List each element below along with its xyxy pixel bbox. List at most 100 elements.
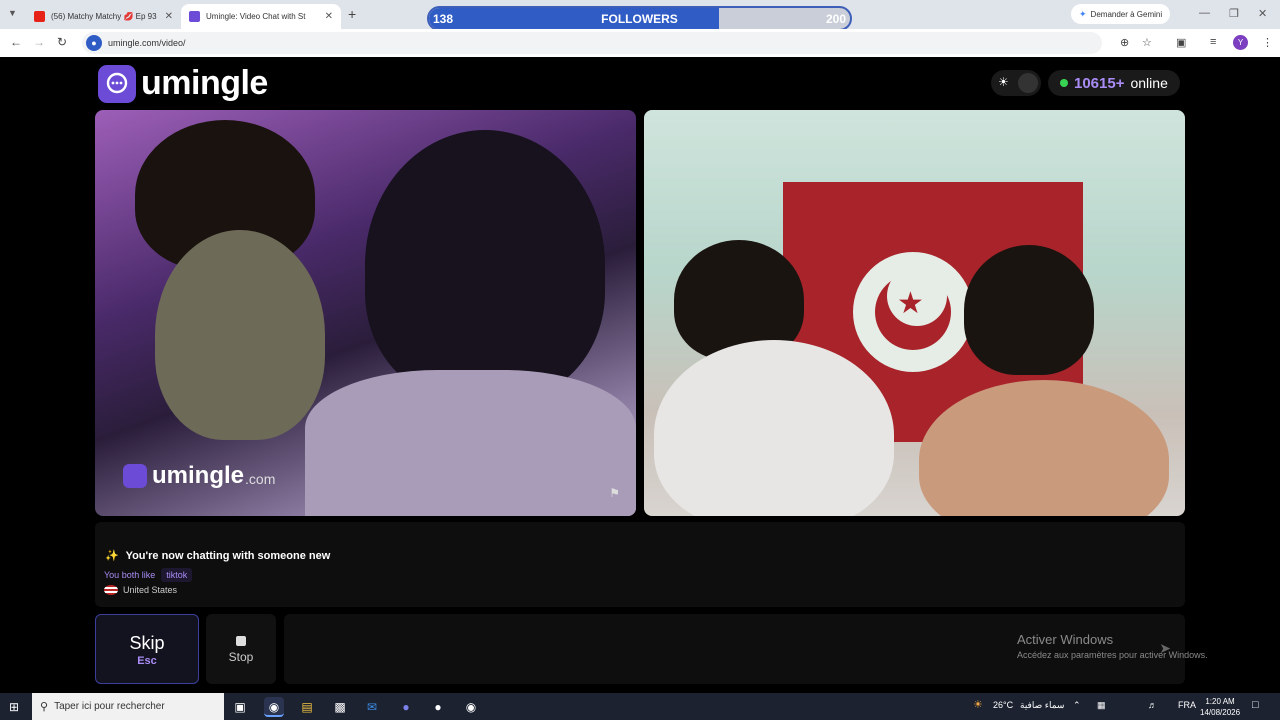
- umingle-logo[interactable]: umingle: [98, 64, 268, 103]
- country-name: United States: [123, 585, 178, 595]
- reload-icon[interactable]: ↻: [57, 35, 67, 49]
- followers-goal: 200: [825, 12, 846, 26]
- close-tab-icon[interactable]: ✕: [325, 11, 333, 22]
- new-tab-button[interactable]: +: [348, 6, 356, 22]
- online-status-dot: [1060, 79, 1068, 87]
- umingle-page: umingle ☀ 10615+ online umingle .com ⚑ ★: [0, 57, 1280, 693]
- activation-subtitle: Accédez aux paramètres pour activer Wind…: [1017, 650, 1208, 660]
- discord-icon[interactable]: ●: [396, 697, 416, 717]
- windows-taskbar: ⊞ ⚲ Taper ici pour rechercher ▣ ◉ ▤ ▩ ✉ …: [0, 693, 1280, 720]
- umingle-watermark: umingle .com: [123, 462, 275, 490]
- profile-avatar[interactable]: Y: [1233, 35, 1248, 50]
- stranger-video: umingle .com ⚑: [95, 110, 636, 516]
- skip-label: Skip: [129, 633, 165, 653]
- stranger-body-1: [155, 230, 325, 440]
- flag-disc: ★: [853, 252, 973, 372]
- online-label: online: [1130, 75, 1168, 91]
- windows-start-icon[interactable]: ⊞: [9, 700, 19, 714]
- url-text: umingle.com/video/: [108, 38, 186, 48]
- person-2-hair: [964, 245, 1094, 375]
- weather-temp[interactable]: 26°C: [993, 700, 1013, 710]
- notifications-icon[interactable]: □: [1252, 699, 1259, 711]
- gemini-icon: ✦: [1079, 8, 1087, 19]
- gemini-button[interactable]: ✦ Demander à Gemini: [1071, 4, 1171, 24]
- task-view-icon[interactable]: ▣: [230, 697, 250, 717]
- browser-toolbar: ← → ↻ ● umingle.com/video/ ⊕ ☆ ▣ ≡ Y ⋮: [0, 29, 1280, 57]
- clock-date: 14/08/2026: [1200, 708, 1241, 717]
- person-1-shirt: [654, 340, 894, 516]
- us-flag-icon: [104, 585, 118, 595]
- watermark-domain: .com: [245, 471, 276, 487]
- activation-title: Activer Windows: [1017, 632, 1114, 647]
- toggle-knob: [1018, 73, 1038, 93]
- flag-star-icon: ★: [897, 287, 924, 320]
- stop-button[interactable]: Stop: [206, 614, 276, 684]
- chrome-profile-icon[interactable]: ◉: [461, 697, 481, 717]
- followers-goal-bar: 138 FOLLOWERS 200: [427, 6, 852, 31]
- sun-icon: ☀: [998, 75, 1009, 89]
- system-message: ✨ You're now chatting with someone new: [105, 549, 330, 562]
- stop-label: Stop: [228, 650, 254, 664]
- minimize-icon[interactable]: —: [1199, 7, 1210, 19]
- extensions-icon[interactable]: ▣: [1176, 36, 1186, 49]
- store-icon[interactable]: ▩: [330, 697, 350, 717]
- tab-title: Umingle: Video Chat with St: [206, 12, 306, 21]
- network-icon[interactable]: ▦: [1097, 700, 1106, 711]
- watermark-name: umingle: [152, 462, 245, 489]
- maximize-icon[interactable]: ❐: [1229, 7, 1239, 20]
- taskbar-clock[interactable]: 1:20 AM 14/08/2026: [1200, 696, 1240, 718]
- close-window-icon[interactable]: ✕: [1258, 7, 1267, 20]
- tab-matchy-matchy[interactable]: (56) Matchy Matchy 💋 Ep 93 ✕: [26, 4, 181, 29]
- file-explorer-icon[interactable]: ▤: [297, 697, 317, 717]
- followers-label: FOLLOWERS: [601, 12, 678, 26]
- language-indicator[interactable]: FRA: [1178, 700, 1196, 710]
- system-message-text: You're now chatting with someone new: [125, 550, 331, 562]
- shared-interests: You both like tiktok: [104, 568, 193, 582]
- self-video: ★: [644, 110, 1185, 516]
- umingle-favicon-icon: [189, 11, 200, 22]
- interest-tag: tiktok: [161, 568, 193, 582]
- windows-activation-watermark: Activer Windows Accédez aux paramètres p…: [1017, 632, 1208, 660]
- close-tab-icon[interactable]: ✕: [165, 11, 173, 22]
- reading-list-icon[interactable]: ≡: [1210, 36, 1216, 48]
- menu-kebab-icon[interactable]: ⋮: [1262, 36, 1273, 49]
- chrome-taskbar-icon[interactable]: ◉: [264, 697, 284, 717]
- mail-icon[interactable]: ✉: [362, 697, 382, 717]
- app-icon[interactable]: ●: [428, 697, 448, 717]
- youtube-icon: [34, 11, 45, 22]
- weather-text[interactable]: سماء صافية: [1020, 700, 1064, 711]
- search-icon: ⚲: [40, 701, 49, 713]
- stranger-body-2: [365, 130, 605, 400]
- chat-bubble-logo-icon: [98, 64, 136, 103]
- stranger-country: United States: [104, 585, 177, 595]
- stop-square-icon: [236, 636, 246, 646]
- weather-icon[interactable]: ☀: [973, 698, 983, 711]
- show-hidden-icons[interactable]: ⌃: [1073, 700, 1081, 711]
- chat-log: ✨ You're now chatting with someone new Y…: [95, 522, 1185, 607]
- clock-time: 1:20 AM: [1205, 697, 1235, 706]
- skip-button[interactable]: Skip Esc: [95, 614, 199, 684]
- tab-title: (56) Matchy Matchy 💋 Ep 93: [51, 12, 157, 21]
- taskbar-search[interactable]: ⚲ Taper ici pour rechercher: [32, 693, 224, 720]
- report-flag-icon[interactable]: ⚑: [609, 486, 620, 500]
- gemini-label: Demander à Gemini: [1090, 9, 1163, 19]
- tab-search-icon[interactable]: ▼: [8, 8, 17, 18]
- theme-toggle[interactable]: ☀: [991, 70, 1041, 96]
- forward-icon[interactable]: →: [33, 35, 45, 49]
- sparkles-icon: ✨: [105, 550, 119, 562]
- search-placeholder: Taper ici pour rechercher: [54, 701, 165, 712]
- back-icon[interactable]: ←: [10, 35, 22, 49]
- online-count: 10615+: [1074, 74, 1125, 92]
- volume-icon[interactable]: ♬: [1148, 700, 1157, 710]
- logo-text: umingle: [141, 64, 268, 102]
- zoom-icon[interactable]: ⊕: [1120, 36, 1129, 49]
- watermark-logo-icon: [123, 464, 147, 488]
- online-counter: 10615+ online: [1048, 70, 1180, 96]
- skip-shortcut: Esc: [137, 655, 157, 667]
- bed-blanket: [305, 370, 636, 516]
- shared-interests-label: You both like: [104, 570, 156, 580]
- tab-umingle[interactable]: Umingle: Video Chat with St ✕: [181, 4, 341, 29]
- site-info-icon[interactable]: ●: [86, 35, 102, 51]
- bookmark-star-icon[interactable]: ☆: [1142, 36, 1152, 49]
- address-bar[interactable]: ● umingle.com/video/: [82, 32, 1102, 54]
